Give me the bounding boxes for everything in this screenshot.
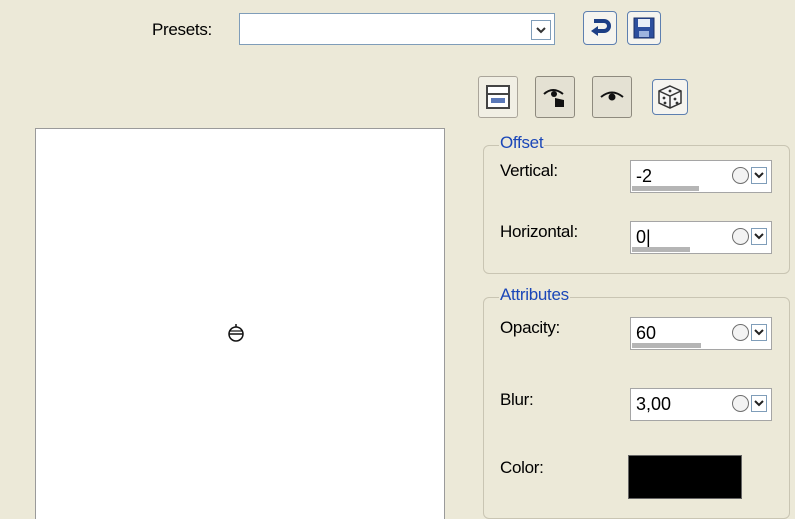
horizontal-dropdown-button[interactable] bbox=[751, 228, 767, 245]
opacity-label: Opacity: bbox=[500, 318, 560, 337]
color-label: Color: bbox=[500, 458, 544, 477]
vertical-value: -2 bbox=[636, 166, 653, 186]
vertical-slider-bar[interactable] bbox=[632, 186, 699, 191]
color-swatch[interactable] bbox=[628, 455, 742, 499]
reset-preset-button[interactable] bbox=[583, 11, 617, 45]
proof-on-image-button[interactable] bbox=[535, 76, 575, 118]
horizontal-value: 0| bbox=[636, 227, 651, 247]
vertical-dropdown-button[interactable] bbox=[751, 167, 767, 184]
offset-group-title: Offset bbox=[499, 133, 545, 153]
floppy-save-icon bbox=[633, 17, 655, 39]
presets-dropdown-arrow[interactable] bbox=[531, 20, 551, 40]
horizontal-label: Horizontal: bbox=[500, 222, 578, 241]
blur-spin-button[interactable] bbox=[732, 395, 749, 412]
blur-value: 3,00 bbox=[636, 394, 672, 414]
reset-arrow-icon bbox=[591, 19, 611, 36]
presets-label: Presets: bbox=[152, 20, 212, 39]
horizontal-slider-bar[interactable] bbox=[632, 247, 690, 252]
attributes-group-title: Attributes bbox=[499, 285, 570, 305]
chevron-down-icon bbox=[754, 400, 764, 407]
eye-icon bbox=[600, 91, 624, 101]
dialog-layout-icon bbox=[486, 85, 510, 109]
chevron-down-icon bbox=[536, 26, 546, 33]
randomize-button[interactable] bbox=[652, 79, 688, 115]
vertical-field[interactable]: -2 bbox=[630, 160, 772, 193]
eye-hand-icon bbox=[543, 89, 564, 107]
preview-button[interactable] bbox=[592, 76, 632, 118]
vertical-spin-button[interactable] bbox=[732, 167, 749, 184]
chevron-down-icon bbox=[754, 329, 764, 336]
preview-pane[interactable] bbox=[35, 128, 445, 519]
blur-field[interactable]: 3,00 bbox=[630, 388, 772, 421]
presets-dropdown[interactable] bbox=[239, 13, 555, 45]
opacity-slider-bar[interactable] bbox=[632, 343, 701, 348]
horizontal-field[interactable]: 0| bbox=[630, 221, 772, 254]
opacity-spin-button[interactable] bbox=[732, 324, 749, 341]
opacity-dropdown-button[interactable] bbox=[751, 324, 767, 341]
opacity-field[interactable]: 60 bbox=[630, 317, 772, 350]
dialog-layout-button[interactable] bbox=[478, 76, 518, 118]
opacity-value: 60 bbox=[636, 323, 657, 343]
horizontal-spin-button[interactable] bbox=[732, 228, 749, 245]
vertical-label: Vertical: bbox=[500, 161, 558, 180]
dice-icon bbox=[658, 85, 682, 109]
blur-dropdown-button[interactable] bbox=[751, 395, 767, 412]
save-preset-button[interactable] bbox=[627, 11, 661, 45]
target-crosshair-icon[interactable] bbox=[226, 322, 246, 344]
blur-label: Blur: bbox=[500, 390, 534, 409]
chevron-down-icon bbox=[754, 233, 764, 240]
chevron-down-icon bbox=[754, 172, 764, 179]
